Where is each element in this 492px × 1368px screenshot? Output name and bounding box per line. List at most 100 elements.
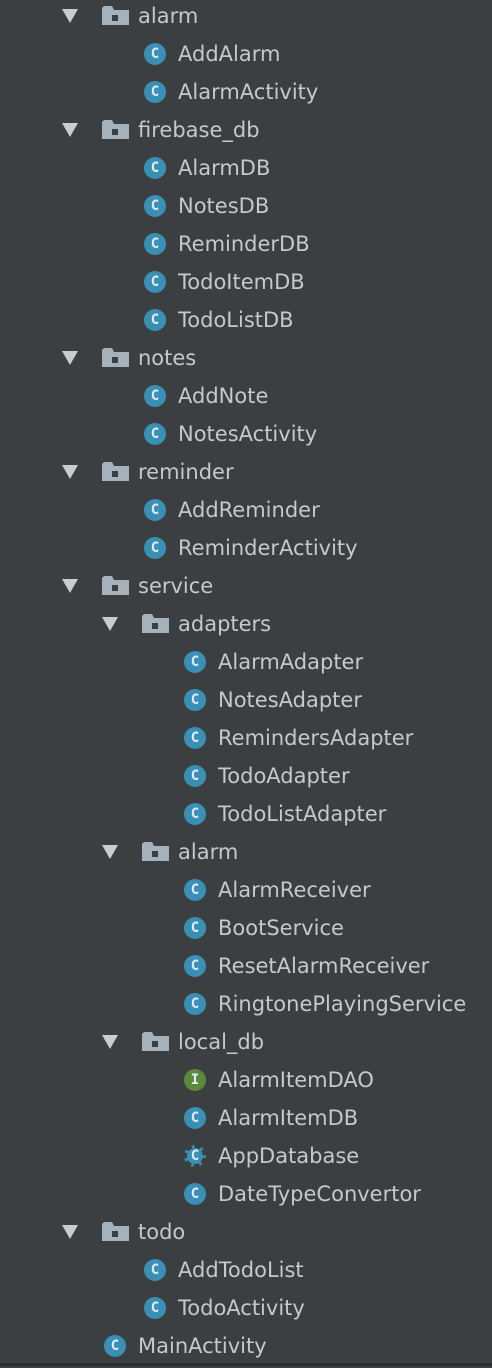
folder-shape [152,623,158,629]
package-folder-icon [142,614,169,633]
expanded-arrow-icon[interactable] [102,845,118,859]
folder-shape [152,1041,158,1047]
tree-file-row[interactable]: C AddNote [0,377,492,415]
folder-shape [112,357,118,363]
tree-file-row[interactable]: C RemindersAdapter [0,719,492,757]
tree-item-label: firebase_db [138,118,260,142]
tree-item-label: alarm [178,840,239,864]
tree-file-row[interactable]: C ResetAlarmReceiver [0,947,492,985]
tree-file-row[interactable]: C MainActivity [0,1327,492,1365]
class-icon: C [144,423,166,445]
class-icon: C [144,195,166,217]
tree-item-label: AddAlarm [178,42,281,66]
expanded-arrow-icon[interactable] [102,1035,118,1049]
tree-file-row[interactable]: C TodoListAdapter [0,795,492,833]
expanded-arrow-icon[interactable] [62,1225,78,1239]
folder-shape [102,576,129,595]
bottom-border [0,1363,492,1366]
abstract-class-icon: C [184,1145,206,1167]
tree-file-row[interactable]: C NotesDB [0,187,492,225]
expanded-arrow-icon[interactable] [62,123,78,137]
tree-file-row[interactable]: C NotesActivity [0,415,492,453]
class-icon: C [184,993,206,1015]
folder-shape [112,1231,118,1237]
folder-shape [102,120,129,139]
tree-file-row[interactable]: C AlarmAdapter [0,643,492,681]
package-folder-icon [102,120,129,139]
tree-item-label: AlarmDB [178,156,271,180]
class-icon: C [184,879,206,901]
tree-file-row[interactable]: C ReminderActivity [0,529,492,567]
tree-file-row[interactable]: C DateTypeConvertor [0,1175,492,1213]
folder-shape [152,851,158,857]
tree-package-row[interactable]: notes [0,339,492,377]
class-icon: C [184,1183,206,1205]
tree-item-label: RemindersAdapter [218,726,414,750]
class-icon: C [144,1259,166,1281]
tree-item-label: local_db [178,1030,265,1054]
folder-shape [112,15,118,21]
tree-item-label: AlarmActivity [178,80,319,104]
tree-item-label: reminder [138,460,234,484]
package-folder-icon [102,348,129,367]
expanded-arrow-icon[interactable] [62,351,78,365]
tree-item-label: adapters [178,612,272,636]
tree-file-row[interactable]: C TodoListDB [0,301,492,339]
tree-item-label: TodoItemDB [178,270,305,294]
tree-package-row[interactable]: service [0,567,492,605]
package-folder-icon [102,462,129,481]
class-icon: C [184,689,206,711]
tree-package-row[interactable]: alarm [0,833,492,871]
tree-item-label: AppDatabase [218,1144,360,1168]
tree-file-row[interactable]: C AlarmReceiver [0,871,492,909]
tree-file-row[interactable]: C TodoItemDB [0,263,492,301]
class-icon: C [144,537,166,559]
expanded-arrow-icon[interactable] [62,9,78,23]
expanded-arrow-icon[interactable] [102,617,118,631]
expanded-arrow-icon[interactable] [62,579,78,593]
tree-item-label: notes [138,346,197,370]
folder-shape [102,462,129,481]
tree-file-row[interactable]: C TodoActivity [0,1289,492,1327]
package-folder-icon [102,1222,129,1241]
tree-file-row[interactable]: C NotesAdapter [0,681,492,719]
tree-package-row[interactable]: alarm [0,0,492,35]
tree-item-label: NotesActivity [178,422,318,446]
tree-file-row[interactable]: C AddAlarm [0,35,492,73]
class-icon: C [144,157,166,179]
class-icon: C [144,271,166,293]
folder-shape [142,1032,169,1051]
tree-item-label: AlarmAdapter [218,650,364,674]
tree-file-row[interactable]: C RingtonePlayingService [0,985,492,1023]
tree-file-row[interactable]: C AlarmActivity [0,73,492,111]
class-icon: C [144,385,166,407]
tree-item-label: MainActivity [138,1334,267,1358]
tree-item-label: TodoActivity [178,1296,305,1320]
class-icon: C [144,1297,166,1319]
class-icon: C [184,803,206,825]
tree-file-row[interactable]: C ReminderDB [0,225,492,263]
tree-item-label: TodoListAdapter [218,802,387,826]
folder-shape [112,585,118,591]
tree-package-row[interactable]: reminder [0,453,492,491]
tree-file-row[interactable]: C AlarmDB [0,149,492,187]
tree-item-label: RingtonePlayingService [218,992,467,1016]
expanded-arrow-icon[interactable] [62,465,78,479]
tree-package-row[interactable]: firebase_db [0,111,492,149]
tree-item-label: TodoAdapter [218,764,350,788]
tree-item-label: AlarmItemDB [218,1106,359,1130]
tree-file-row[interactable]: C BootService [0,909,492,947]
tree-package-row[interactable]: adapters [0,605,492,643]
class-icon: C [184,651,206,673]
tree-item-label: DateTypeConvertor [218,1182,421,1206]
tree-file-row[interactable]: C TodoAdapter [0,757,492,795]
tree-file-row[interactable]: I AlarmItemDAO [0,1061,492,1099]
tree-file-row[interactable]: C AddTodoList [0,1251,492,1289]
class-icon: C [144,81,166,103]
tree-file-row[interactable]: C AlarmItemDB [0,1099,492,1137]
class-icon: C [144,233,166,255]
tree-file-row[interactable]: C AppDatabase [0,1137,492,1175]
tree-package-row[interactable]: todo [0,1213,492,1251]
tree-package-row[interactable]: local_db [0,1023,492,1061]
tree-file-row[interactable]: C AddReminder [0,491,492,529]
